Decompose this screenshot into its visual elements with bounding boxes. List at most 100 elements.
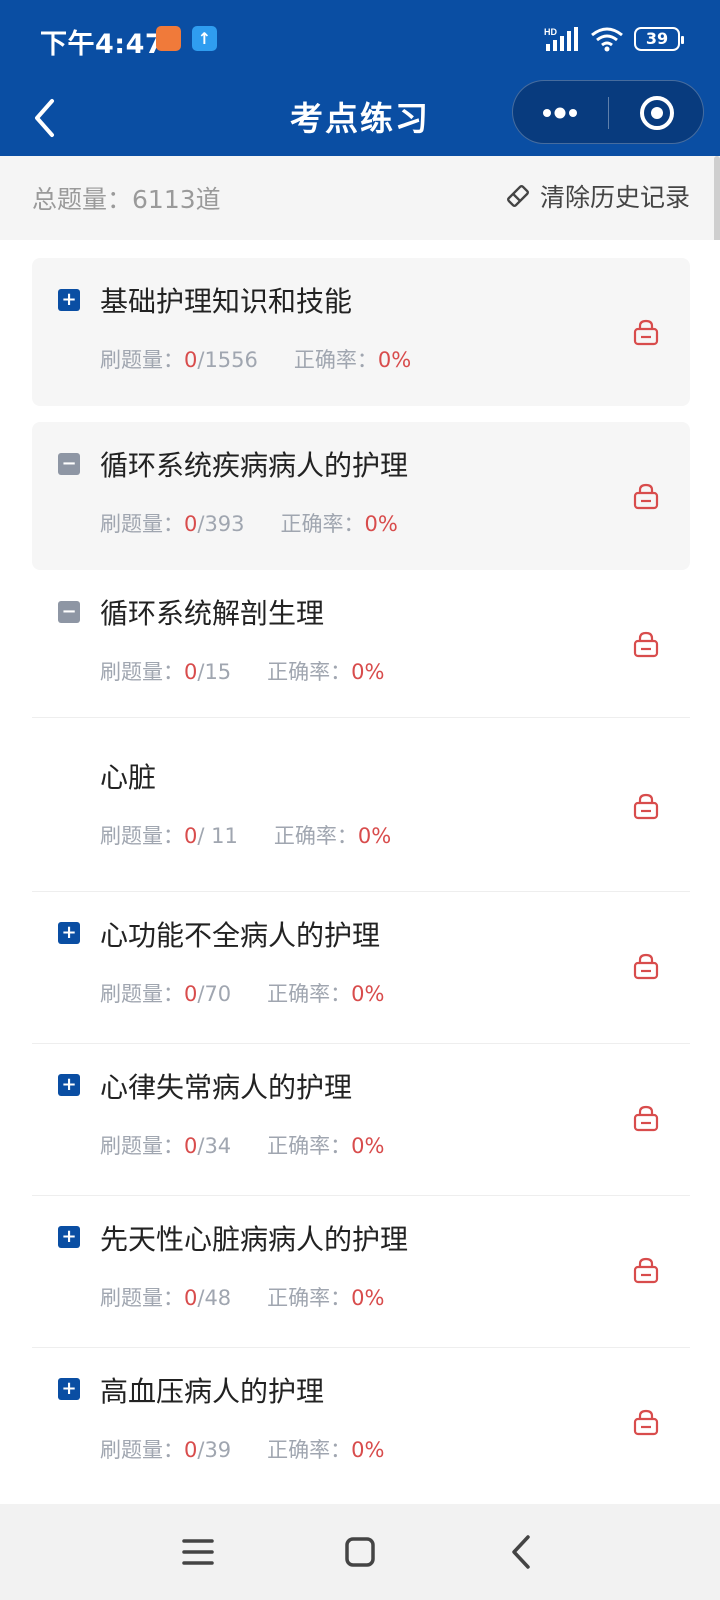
lock-icon	[633, 1105, 659, 1132]
list-item[interactable]: + 心功能不全病人的护理 刷题量：0/70 正确率：0%	[32, 892, 690, 1044]
item-stats: 刷题量：0/1556 正确率：0%	[100, 344, 411, 374]
done-count: 0	[184, 512, 198, 536]
wifi-icon	[591, 27, 623, 52]
accuracy-label: 正确率：	[267, 660, 352, 684]
progress-label: 刷题量：	[100, 512, 184, 536]
total-value: 6113道	[132, 185, 221, 214]
total-count: /15	[197, 660, 232, 684]
target-circle-icon[interactable]	[609, 81, 705, 145]
system-nav-bar	[0, 1504, 720, 1600]
item-title: 循环系统疾病病人的护理	[100, 449, 409, 482]
square-home-icon[interactable]	[336, 1528, 384, 1576]
done-count: 0	[184, 1438, 198, 1462]
list-item[interactable]: + 心律失常病人的护理 刷题量：0/34 正确率：0%	[32, 1044, 690, 1196]
total-count: /34	[197, 1134, 232, 1158]
done-count: 0	[184, 824, 198, 848]
list-item[interactable]: + 先天性心脏病病人的护理 刷题量：0/48 正确率：0%	[32, 1196, 690, 1348]
list-item[interactable]: − 循环系统疾病病人的护理 刷题量：0/393 正确率：0%	[32, 422, 690, 570]
item-stats: 刷题量：0/70 正确率：0%	[100, 978, 385, 1008]
item-stats: 刷题量：0/15 正确率：0%	[100, 656, 385, 686]
menu-lines-icon[interactable]	[174, 1528, 222, 1576]
signal-icon: HD	[544, 27, 578, 51]
accuracy-value: 0%	[351, 660, 385, 684]
accuracy-label: 正确率：	[267, 1286, 352, 1310]
lock-icon	[633, 793, 659, 820]
notification-app-icon	[156, 26, 181, 51]
item-stats: 刷题量：0/34 正确率：0%	[100, 1130, 385, 1160]
list-item[interactable]: + 高血压病人的护理 刷题量：0/39 正确率：0%	[32, 1348, 690, 1500]
progress-label: 刷题量：	[100, 348, 184, 372]
item-stats: 刷题量：0/393 正确率：0%	[100, 508, 398, 538]
expand-plus-icon[interactable]: +	[58, 1378, 80, 1400]
expand-plus-icon[interactable]: +	[58, 922, 80, 944]
signal-label: HD	[544, 27, 557, 37]
lock-icon	[633, 953, 659, 980]
item-title: 心功能不全病人的护理	[100, 919, 381, 952]
mini-program-capsule	[512, 80, 704, 144]
total-count: /1556	[197, 348, 258, 372]
list-item[interactable]: + 基础护理知识和技能 刷题量：0/1556 正确率：0%	[32, 258, 690, 406]
accuracy-label: 正确率：	[293, 348, 378, 372]
app-header: 下午4:47 ↑ HD 39 考点练习	[0, 0, 720, 156]
clear-history-label: 清除历史记录	[539, 183, 690, 212]
accuracy-value: 0%	[357, 824, 392, 848]
item-title: 基础护理知识和技能	[100, 285, 353, 318]
expand-plus-icon[interactable]: +	[58, 289, 80, 311]
done-count: 0	[184, 660, 198, 684]
progress-label: 刷题量：	[100, 982, 184, 1006]
lock-icon	[633, 631, 659, 658]
progress-label: 刷题量：	[100, 824, 184, 848]
status-time: 下午4:47	[40, 29, 165, 60]
item-stats: 刷题量：0/ 11 正确率：0%	[100, 820, 391, 850]
total-count: 总题量：6113道	[32, 180, 221, 216]
lock-icon	[633, 483, 659, 510]
item-title: 心脏	[100, 761, 157, 794]
progress-label: 刷题量：	[100, 660, 184, 684]
battery-indicator: 39	[634, 27, 684, 51]
lock-icon	[633, 1257, 659, 1284]
accuracy-label: 正确率：	[273, 824, 358, 848]
total-count: /48	[197, 1286, 232, 1310]
item-stats: 刷题量：0/39 正确率：0%	[100, 1434, 385, 1464]
status-indicators: HD 39	[544, 24, 684, 54]
collapse-minus-icon[interactable]: −	[58, 453, 80, 475]
eraser-icon	[507, 185, 529, 207]
accuracy-value: 0%	[351, 1438, 385, 1462]
accuracy-value: 0%	[377, 348, 412, 372]
total-count: / 11	[197, 824, 238, 848]
progress-label: 刷题量：	[100, 1286, 184, 1310]
accuracy-value: 0%	[351, 1286, 385, 1310]
total-count: /393	[197, 512, 245, 536]
upload-notification-icon: ↑	[192, 26, 217, 51]
accuracy-label: 正确率：	[267, 1134, 352, 1158]
accuracy-value: 0%	[364, 512, 398, 536]
done-count: 0	[184, 982, 198, 1006]
summary-bar: 总题量：6113道 清除历史记录	[0, 156, 720, 240]
expand-plus-icon[interactable]: +	[58, 1074, 80, 1096]
accuracy-label: 正确率：	[267, 1438, 352, 1462]
done-count: 0	[184, 348, 198, 372]
lock-icon	[633, 1409, 659, 1436]
more-dots-icon[interactable]	[513, 81, 608, 145]
total-count: /70	[197, 982, 232, 1006]
progress-label: 刷题量：	[100, 1134, 184, 1158]
lock-icon	[633, 319, 659, 346]
item-title: 先天性心脏病病人的护理	[100, 1223, 409, 1256]
list-item[interactable]: − 循环系统解剖生理 刷题量：0/15 正确率：0%	[32, 570, 690, 718]
list-item[interactable]: 心脏 刷题量：0/ 11 正确率：0%	[32, 718, 690, 892]
collapse-minus-icon[interactable]: −	[58, 601, 80, 623]
progress-label: 刷题量：	[100, 1438, 184, 1462]
clear-history-button[interactable]: 清除历史记录	[504, 178, 690, 214]
item-title: 高血压病人的护理	[100, 1375, 325, 1408]
item-title: 循环系统解剖生理	[100, 597, 325, 630]
accuracy-label: 正确率：	[280, 512, 365, 536]
status-bar: 下午4:47 ↑ HD 39	[0, 0, 720, 76]
topic-list: + 基础护理知识和技能 刷题量：0/1556 正确率：0% − 循环系统疾病病人的…	[0, 240, 720, 1504]
nav-bar: 考点练习	[0, 76, 720, 156]
accuracy-value: 0%	[351, 1134, 385, 1158]
item-stats: 刷题量：0/48 正确率：0%	[100, 1282, 385, 1312]
accuracy-value: 0%	[351, 982, 385, 1006]
expand-plus-icon[interactable]: +	[58, 1226, 80, 1248]
total-label: 总题量：	[32, 185, 133, 214]
triangle-back-icon[interactable]	[498, 1528, 546, 1576]
